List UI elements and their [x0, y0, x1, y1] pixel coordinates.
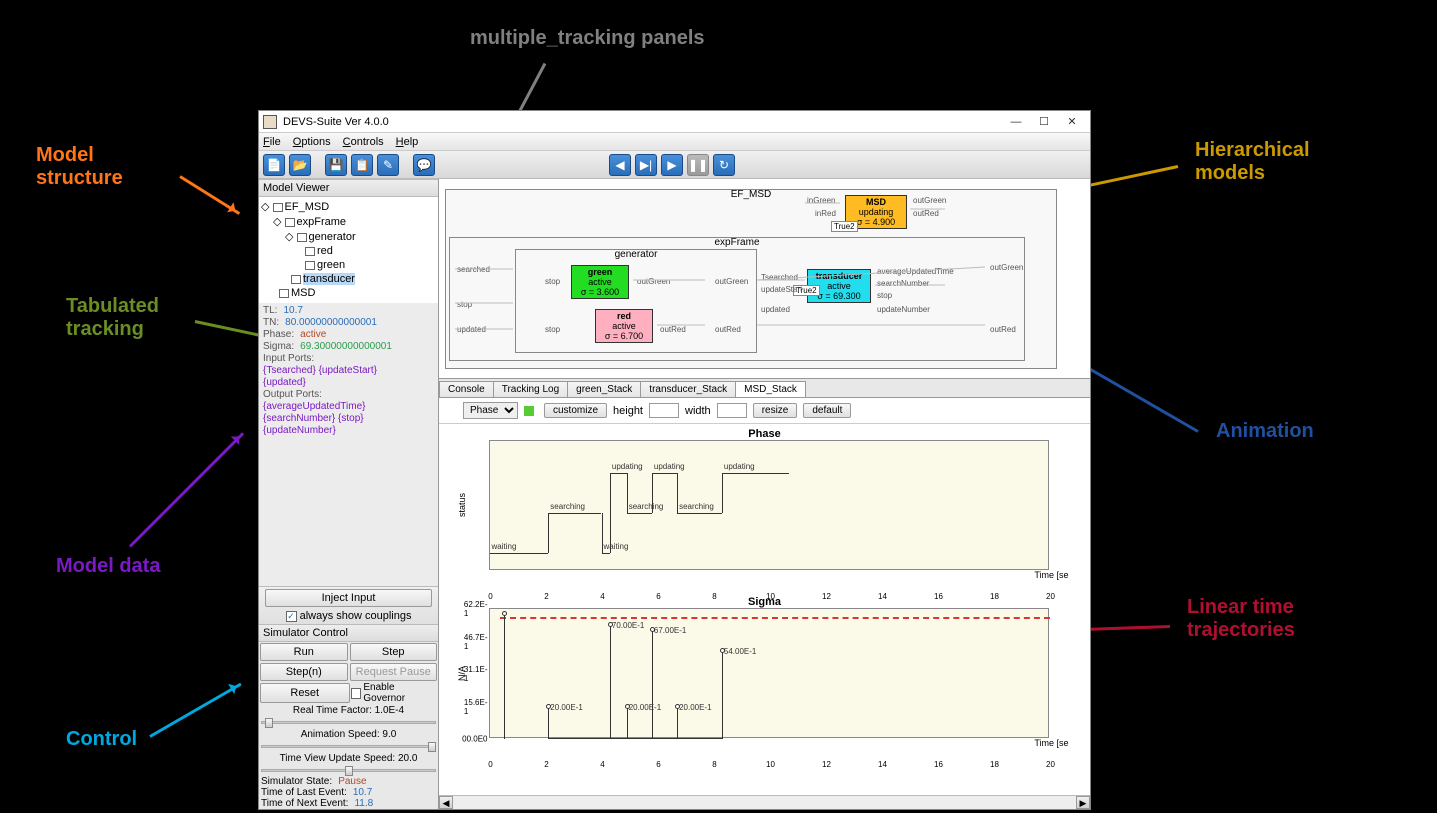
tb-edit-icon[interactable]: ✎ — [377, 154, 399, 176]
request-pause-button[interactable]: Request Pause — [350, 663, 438, 681]
anim-slider[interactable] — [261, 745, 436, 748]
step-button[interactable]: Step — [350, 643, 438, 661]
anno-hierarchical: Hierarchical models — [1195, 139, 1310, 185]
reset-button[interactable]: Reset — [260, 683, 350, 703]
menu-options[interactable]: Options — [293, 136, 331, 148]
tab-msd-stack[interactable]: MSD_Stack — [735, 381, 806, 397]
model-tree[interactable]: ◇ EF_MSD ◇ expFrame ◇ generator red gree… — [259, 197, 438, 303]
enable-governor-checkbox[interactable] — [351, 688, 362, 699]
arrow-cyan — [149, 683, 241, 738]
height-input[interactable] — [649, 403, 679, 418]
toolbar: 📄 📂 💾 📋 ✎ 💬 ◀ ▶| ▶ ❚❚ ↻ — [259, 151, 1090, 179]
menu-controls[interactable]: Controls — [343, 136, 384, 148]
menu-help[interactable]: Help — [396, 136, 419, 148]
window-title: DEVS-Suite Ver 4.0.0 — [283, 116, 389, 128]
sigma-chart: Sigma N/A 00.0E015.6E-131.1E-146.7E-162.… — [455, 596, 1075, 760]
menu-file[interactable]: File — [263, 136, 281, 148]
always-show-label: always show couplings — [300, 610, 412, 622]
phase-chart: Phase status waitingsearchingwaitingupda… — [455, 428, 1075, 592]
arrow-orange — [179, 175, 240, 215]
tb-play-icon[interactable]: ▶ — [661, 154, 683, 176]
model-viewer-title: Model Viewer — [259, 179, 438, 197]
bottom-scrollbar[interactable]: ◀▶ — [439, 795, 1090, 809]
anno-control: Control — [66, 728, 137, 751]
tab-transducer-stack[interactable]: transducer_Stack — [640, 381, 736, 397]
tb-prev-icon[interactable]: ◀ — [609, 154, 631, 176]
tb-new-icon[interactable]: 📄 — [263, 154, 285, 176]
anno-linear-time: Linear time trajectories — [1187, 596, 1295, 642]
anno-animation: Animation — [1216, 420, 1314, 443]
rtf-label: Real Time Factor: 1.0E-4 — [259, 704, 438, 716]
tvus-label: Time View Update Speed: 20.0 — [259, 752, 438, 764]
tb-copy-icon[interactable]: 📋 — [351, 154, 373, 176]
tracking-tabs: Console Tracking Log green_Stack transdu… — [439, 379, 1090, 398]
always-show-checkbox[interactable]: ✓ — [286, 611, 297, 622]
tb-step-icon[interactable]: ▶| — [635, 154, 657, 176]
arrow-purple — [129, 432, 244, 547]
tab-console[interactable]: Console — [439, 381, 494, 397]
tvus-slider[interactable] — [261, 769, 436, 772]
box-red[interactable]: red active σ = 6.700 — [595, 309, 653, 343]
box-green[interactable]: green active σ = 3.600 — [571, 265, 629, 299]
phase-select[interactable]: Phase — [463, 402, 518, 419]
tab-tracking-log[interactable]: Tracking Log — [493, 381, 568, 397]
stepn-button[interactable]: Step(n) — [260, 663, 348, 681]
anno-tabulated-tracking: Tabulated tracking — [66, 295, 159, 341]
tb-save-icon[interactable]: 💾 — [325, 154, 347, 176]
default-button[interactable]: default — [803, 403, 851, 418]
tb-help-icon[interactable]: 💬 — [413, 154, 435, 176]
simulation-view[interactable]: EF_MSD MSD updating σ = 4.900 inGreen in… — [439, 179, 1090, 379]
app-icon — [263, 115, 277, 129]
tb-open-icon[interactable]: 📂 — [289, 154, 311, 176]
close-button[interactable]: ✕ — [1058, 113, 1086, 131]
tb-reload-icon[interactable]: ↻ — [713, 154, 735, 176]
tb-pause-icon[interactable]: ❚❚ — [687, 154, 709, 176]
tab-green-stack[interactable]: green_Stack — [567, 381, 641, 397]
menubar: File Options Controls Help — [259, 133, 1090, 151]
anno-model-structure: Model structure — [36, 144, 123, 190]
chart-controls: Phase customize height width resize defa… — [439, 398, 1090, 424]
anno-multiple-tracking: multiple_tracking panels — [470, 27, 705, 50]
color-swatch — [524, 406, 534, 416]
app-window: DEVS-Suite Ver 4.0.0 — ☐ ✕ File Options … — [258, 110, 1091, 810]
inject-input-button[interactable]: Inject Input — [265, 589, 431, 607]
titlebar: DEVS-Suite Ver 4.0.0 — ☐ ✕ — [259, 111, 1090, 133]
tree-selected-transducer[interactable]: transducer — [303, 273, 355, 285]
anim-label: Animation Speed: 9.0 — [259, 728, 438, 740]
customize-button[interactable]: customize — [544, 403, 607, 418]
maximize-button[interactable]: ☐ — [1030, 113, 1058, 131]
minimize-button[interactable]: — — [1002, 113, 1030, 131]
anno-model-data: Model data — [56, 555, 160, 578]
run-button[interactable]: Run — [260, 643, 348, 661]
model-data-panel: TL: 10.7 TN: 80.00000000000001 Phase: ac… — [259, 303, 438, 586]
sim-ctrl-title: Simulator Control — [259, 624, 438, 642]
width-input[interactable] — [717, 403, 747, 418]
rtf-slider[interactable] — [261, 721, 436, 724]
charts-area[interactable]: Phase status waitingsearchingwaitingupda… — [439, 424, 1090, 795]
resize-button[interactable]: resize — [753, 403, 798, 418]
